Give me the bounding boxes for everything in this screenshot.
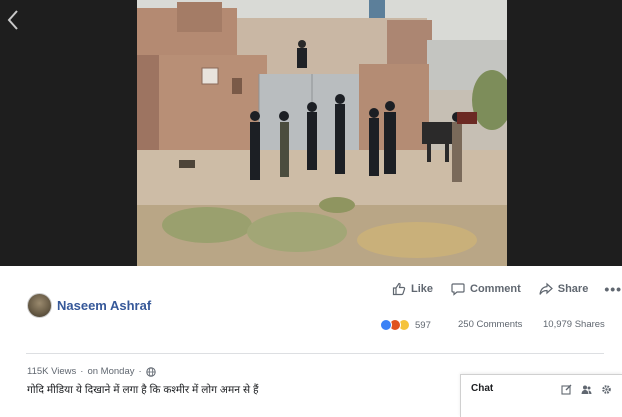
compose-icon[interactable] bbox=[561, 382, 572, 395]
meta-separator: · bbox=[80, 366, 84, 377]
share-button[interactable]: Share bbox=[539, 282, 589, 296]
reactions-summary[interactable]: 597 bbox=[380, 319, 431, 331]
comment-label: Comment bbox=[470, 283, 521, 295]
chat-bar[interactable]: Chat bbox=[460, 374, 622, 417]
like-label: Like bbox=[411, 283, 434, 295]
comments-count-link[interactable]: 250 Comments bbox=[458, 319, 522, 330]
speech-bubble-icon bbox=[451, 283, 465, 296]
post-date-link[interactable]: on Monday bbox=[87, 366, 134, 377]
post-meta: 115K Views · on Monday · bbox=[27, 366, 156, 377]
reactions-count: 597 bbox=[415, 319, 431, 331]
post-actions: Like Comment Share ••• bbox=[392, 281, 622, 297]
author-name-link[interactable]: Naseem Ashraf bbox=[57, 298, 151, 313]
video-frame-image bbox=[137, 0, 507, 266]
share-arrow-icon bbox=[539, 282, 553, 295]
like-reaction-icon bbox=[380, 319, 392, 331]
video-frame[interactable] bbox=[137, 0, 507, 266]
globe-icon[interactable] bbox=[145, 366, 156, 377]
share-label: Share bbox=[557, 283, 589, 295]
post-caption: गोदि मीडिया ये दिखाने में लगा है कि कश्म… bbox=[27, 384, 259, 396]
video-player[interactable] bbox=[0, 0, 622, 266]
meta-separator: · bbox=[138, 366, 142, 377]
chat-label[interactable]: Chat bbox=[471, 383, 493, 394]
shares-count-link[interactable]: 10,979 Shares bbox=[543, 319, 605, 330]
thumbs-up-icon bbox=[392, 282, 406, 296]
post-author: Naseem Ashraf bbox=[27, 293, 151, 318]
like-button[interactable]: Like bbox=[392, 282, 433, 296]
chat-tools bbox=[552, 382, 612, 395]
people-icon[interactable] bbox=[581, 382, 592, 394]
views-count: 115K Views bbox=[27, 366, 77, 377]
chevron-left-icon[interactable] bbox=[6, 9, 20, 31]
comment-button[interactable]: Comment bbox=[451, 282, 521, 296]
facebook-video-post: Naseem Ashraf Like Comment Share ••• 597… bbox=[0, 0, 622, 417]
avatar[interactable] bbox=[27, 293, 52, 318]
gear-icon[interactable] bbox=[601, 382, 612, 394]
more-options-button[interactable]: ••• bbox=[604, 281, 622, 297]
divider bbox=[26, 353, 604, 354]
